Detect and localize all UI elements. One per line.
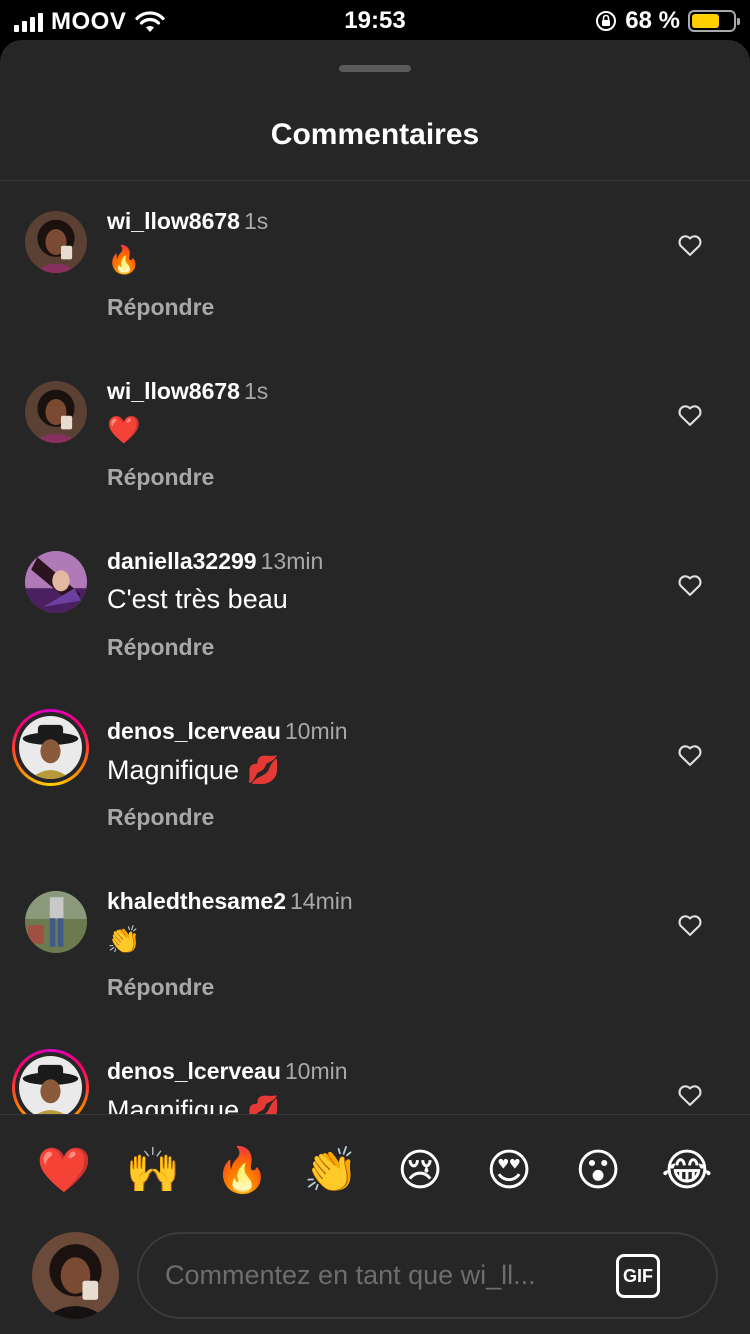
comment-item: wi_llow8678 1s ❤️ Répondre <box>0 351 750 521</box>
quick-emoji-button[interactable]: 👏 <box>303 1143 359 1199</box>
comment-header: wi_llow8678 1s <box>107 208 268 235</box>
heart-outline-icon[interactable] <box>676 1081 704 1109</box>
heart-outline-icon[interactable] <box>676 231 704 259</box>
comment-avatar[interactable] <box>25 381 87 443</box>
comment-item: denos_lcerveau10min Magnifique 💋 Répondr… <box>0 691 750 861</box>
comment-text: 🔥 <box>107 245 141 275</box>
comments-sheet: Commentaires wi_llow8678 1s 🔥 Répondre wi… <box>0 40 750 1334</box>
comment-header: khaledthesame2 14min <box>107 888 353 915</box>
comment-input[interactable]: Commentez en tant que wi_ll... GIF <box>137 1232 718 1319</box>
comment-composer-area: ❤️ 🙌 🔥 👏 😢 😍 😮 😂 Commentez en tant que wi_ll...… <box>0 1114 750 1334</box>
comment-text: Magnifique 💋 <box>107 1095 281 1114</box>
story-ring[interactable] <box>12 1049 89 1114</box>
comment-time: 10min <box>284 1058 348 1084</box>
quick-emoji-button[interactable]: 😍 <box>481 1143 537 1199</box>
quick-emoji-button[interactable]: ❤️ <box>36 1143 92 1199</box>
comment-avatar[interactable] <box>25 891 87 953</box>
quick-emoji-button[interactable]: 🙌 <box>125 1143 181 1199</box>
comment-time: 10min <box>284 718 348 744</box>
reply-button[interactable]: Répondre <box>107 974 214 1001</box>
heart-outline-icon[interactable] <box>676 911 704 939</box>
comment-time: 13min <box>260 548 324 574</box>
heart-outline-icon[interactable] <box>676 571 704 599</box>
battery-percentage: 68 % <box>625 7 680 34</box>
comment-time: 1s <box>243 378 269 404</box>
comment-text: 👏 <box>107 925 141 955</box>
comment-avatar[interactable] <box>19 1056 82 1114</box>
comment-avatar[interactable] <box>25 211 87 273</box>
reply-button[interactable]: Répondre <box>107 294 214 321</box>
comment-username[interactable]: khaledthesame2 <box>107 888 286 914</box>
reply-button[interactable]: Répondre <box>107 634 214 661</box>
quick-emoji-bar: ❤️ 🙌 🔥 👏 😢 😍 😮 😂 <box>0 1143 750 1203</box>
composer-avatar <box>32 1232 119 1319</box>
quick-emoji-button[interactable]: 😮 <box>570 1143 626 1199</box>
reply-button[interactable]: Répondre <box>107 804 214 831</box>
comment-time: 14min <box>289 888 353 914</box>
comment-item: wi_llow8678 1s 🔥 Répondre <box>0 181 750 351</box>
comment-username[interactable]: denos_lcerveau <box>107 1058 281 1084</box>
comment-avatar[interactable] <box>25 551 87 613</box>
battery-level <box>692 14 720 28</box>
story-ring[interactable] <box>12 709 89 786</box>
comment-text: Magnifique 💋 <box>107 755 281 785</box>
quick-emoji-button[interactable]: 🔥 <box>214 1143 270 1199</box>
comment-username[interactable]: daniella32299 <box>107 548 257 574</box>
comment-username[interactable]: denos_lcerveau <box>107 718 281 744</box>
quick-emoji-button[interactable]: 😢 <box>392 1143 448 1199</box>
comment-list[interactable]: wi_llow8678 1s 🔥 Répondre wi_llow8678 1s ❤… <box>0 181 750 1114</box>
comment-avatar[interactable] <box>19 716 82 779</box>
comment-header: denos_lcerveau 10min <box>107 1058 348 1085</box>
quick-emoji-button[interactable]: 😂 <box>659 1143 715 1199</box>
status-bar: MOOV 19:53 68 % <box>0 0 750 40</box>
reply-button[interactable]: Répondre <box>107 464 214 491</box>
comment-header: denos_lcerveau 10min <box>107 718 348 745</box>
heart-outline-icon[interactable] <box>676 741 704 769</box>
comment-header: wi_llow8678 1s <box>107 378 268 405</box>
comment-text: C'est très beau <box>107 584 288 614</box>
rotation-lock-icon <box>596 11 617 31</box>
comment-username[interactable]: wi_llow8678 <box>107 378 240 404</box>
comment-header: daniella32299 13min <box>107 548 323 575</box>
comment-item: denos_lcerveau10min Magnifique 💋 Répondr… <box>0 1031 750 1114</box>
comment-item: daniella32299 13min C'est très beau Répon… <box>0 521 750 691</box>
sheet-grabber[interactable] <box>339 65 411 72</box>
status-right: 68 % <box>595 7 740 35</box>
comment-input-placeholder: Commentez en tant que wi_ll... <box>165 1260 536 1290</box>
gif-button[interactable]: GIF <box>616 1254 660 1298</box>
comment-text: ❤️ <box>107 415 141 445</box>
heart-outline-icon[interactable] <box>676 401 704 429</box>
comment-item: khaledthesame2 14min 👏 Répondre <box>0 861 750 1031</box>
battery-icon <box>688 10 740 32</box>
comment-time: 1s <box>243 208 269 234</box>
sheet-title: Commentaires <box>270 118 480 151</box>
comment-username[interactable]: wi_llow8678 <box>107 208 240 234</box>
